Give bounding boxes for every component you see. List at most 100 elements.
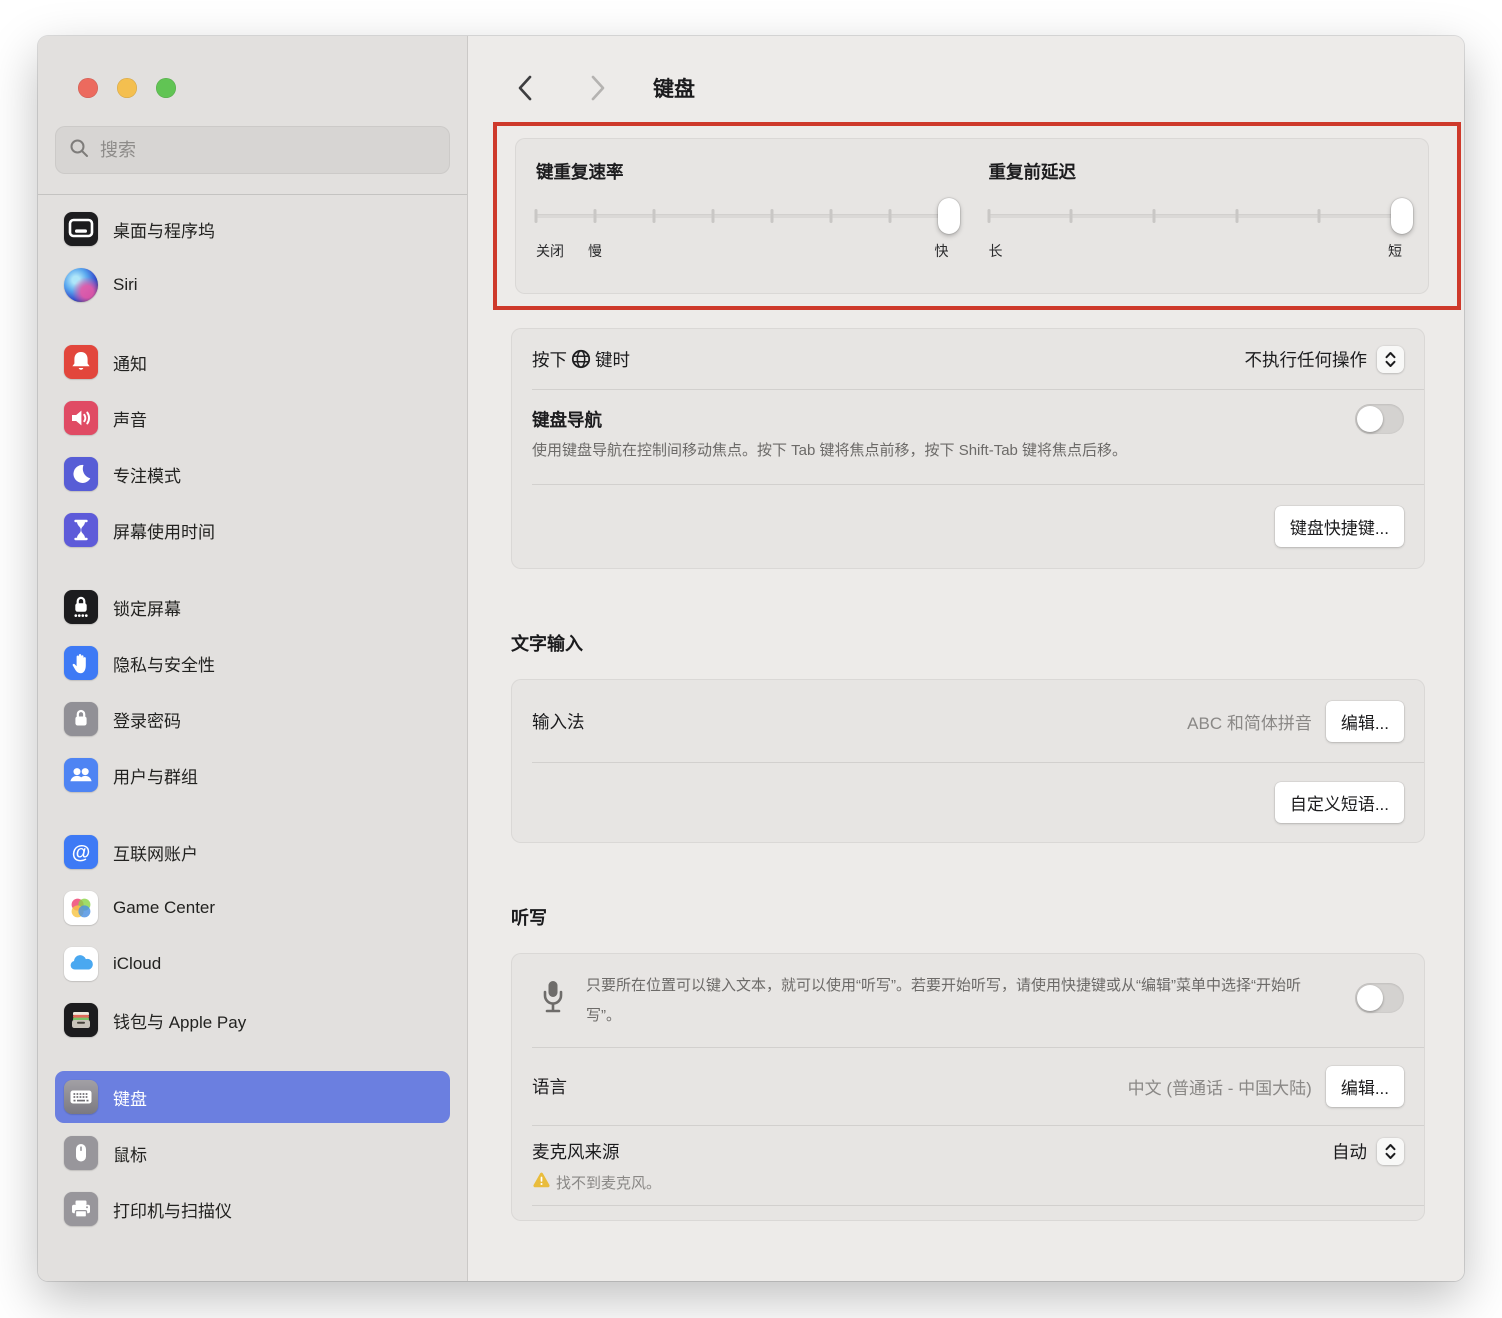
- desktop-dock-icon: [64, 212, 98, 246]
- sidebar-item-desktop-dock[interactable]: 桌面与程序坞: [55, 203, 450, 255]
- slider-tick: [888, 209, 891, 223]
- globe-key-row: 按下 键时 不执行任何操作: [512, 329, 1424, 389]
- sidebar-item-mouse[interactable]: 鼠标: [55, 1127, 450, 1179]
- sidebar-item-label: 键盘: [113, 1085, 147, 1110]
- search-input[interactable]: [98, 139, 437, 162]
- at-icon: @: [64, 835, 98, 869]
- key-repeat-rate-group: 键重复速率 关闭 慢 快: [536, 159, 949, 293]
- sidebar-item-privacy-security[interactable]: 隐私与安全性: [55, 637, 450, 689]
- dictation-toggle[interactable]: [1355, 983, 1404, 1013]
- sidebar-item-label: 鼠标: [113, 1141, 147, 1166]
- moon-icon: [64, 457, 98, 491]
- key-repeat-rate-title: 键重复速率: [536, 159, 949, 184]
- slider-track[interactable]: [989, 214, 1403, 218]
- text-input-section-title: 文字输入: [511, 632, 1461, 656]
- slider-labels: 关闭 慢 快: [536, 241, 949, 261]
- search-field[interactable]: [55, 126, 450, 174]
- sidebar-item-sound[interactable]: 声音: [55, 392, 450, 444]
- sidebar-item-internet-accounts[interactable]: @ 互联网账户: [55, 826, 450, 878]
- password-lock-icon: [64, 702, 98, 736]
- settings-window: 桌面与程序坞 Siri 通知 声音: [38, 36, 1464, 1281]
- chevron-up-down-icon: [1383, 1143, 1398, 1160]
- label-slow: 慢: [588, 241, 602, 261]
- minimize-button[interactable]: [117, 78, 137, 98]
- sidebar-item-label: 隐私与安全性: [113, 651, 215, 676]
- slider-track[interactable]: [536, 214, 949, 218]
- sidebar-item-printers-scanners[interactable]: 打印机与扫描仪: [55, 1183, 450, 1235]
- page-title: 键盘: [653, 73, 695, 103]
- language-label: 语言: [532, 1074, 567, 1099]
- keyboard-navigation-toggle[interactable]: [1355, 404, 1404, 434]
- microphone-source-popup-button[interactable]: [1377, 1138, 1404, 1165]
- svg-text:@: @: [72, 843, 91, 864]
- delay-until-repeat-group: 重复前延迟 长 短: [989, 159, 1403, 293]
- keyboard-shortcuts-button[interactable]: 键盘快捷键...: [1275, 506, 1404, 547]
- globe-key-label-prefix: 按下: [532, 347, 567, 372]
- sidebar-item-label: Game Center: [113, 898, 215, 918]
- microphone-source-value: 自动: [1332, 1139, 1367, 1164]
- label-fast: 快: [935, 241, 949, 261]
- microphone-warning: 找不到麦克风。: [532, 1171, 1404, 1193]
- sidebar-item-siri[interactable]: Siri: [55, 259, 450, 311]
- dictation-row: 只要所在位置可以键入文本，就可以使用“听写”。若要开始听写，请使用快捷键或从“编…: [512, 954, 1424, 1047]
- forward-icon[interactable]: [585, 74, 611, 102]
- slider-thumb[interactable]: [1391, 198, 1413, 234]
- keyboard-navigation-row: 键盘导航 使用键盘导航在控制间移动焦点。按下 Tab 键将焦点前移，按下 Shi…: [512, 390, 1424, 484]
- sidebar-item-login-password[interactable]: 登录密码: [55, 693, 450, 745]
- sidebar-item-focus[interactable]: 专注模式: [55, 448, 450, 500]
- sidebar-item-label: 声音: [113, 406, 147, 431]
- key-repeat-card: 键重复速率 关闭 慢 快: [515, 138, 1429, 294]
- key-repeat-rate-slider[interactable]: [536, 196, 949, 236]
- input-method-label: 输入法: [532, 709, 585, 734]
- sidebar-item-label: 互联网账户: [113, 840, 198, 865]
- zoom-button[interactable]: [156, 78, 176, 98]
- hand-icon: [64, 646, 98, 680]
- sidebar-item-keyboard[interactable]: 键盘: [55, 1071, 450, 1123]
- sidebar-item-label: 用户与群组: [113, 763, 198, 788]
- users-icon: [64, 758, 98, 792]
- slider-tick: [535, 209, 538, 223]
- slider-tick: [770, 209, 773, 223]
- hourglass-icon: [64, 513, 98, 547]
- sidebar-item-lock-screen[interactable]: 锁定屏幕: [55, 581, 450, 633]
- sidebar-item-label: 专注模式: [113, 462, 181, 487]
- sidebar-item-users-groups[interactable]: 用户与群组: [55, 749, 450, 801]
- back-icon[interactable]: [511, 74, 537, 102]
- siri-icon: [64, 268, 98, 302]
- sidebar-item-game-center[interactable]: Game Center: [55, 882, 450, 934]
- sidebar-item-label: Siri: [113, 275, 138, 295]
- globe-key-value: 不执行任何操作: [1245, 347, 1368, 372]
- globe-key-label-suffix: 键时: [595, 347, 630, 372]
- printer-icon: [64, 1192, 98, 1226]
- sidebar-item-icloud[interactable]: iCloud: [55, 938, 450, 990]
- dictation-card: 只要所在位置可以键入文本，就可以使用“听写”。若要开始听写，请使用快捷键或从“编…: [511, 953, 1425, 1221]
- delay-until-repeat-title: 重复前延迟: [989, 159, 1403, 184]
- lock-screen-icon: [64, 590, 98, 624]
- wallet-icon: [64, 1003, 98, 1037]
- label-long: 长: [989, 241, 1003, 261]
- slider-tick: [593, 209, 596, 223]
- keyboard-navigation-label: 键盘导航: [532, 407, 602, 432]
- dictation-description: 只要所在位置可以键入文本，就可以使用“听写”。若要开始听写，请使用快捷键或从“编…: [586, 971, 1326, 1031]
- sidebar-group-3: 锁定屏幕 隐私与安全性 登录密码: [55, 581, 450, 801]
- close-button[interactable]: [78, 78, 98, 98]
- language-edit-button[interactable]: 编辑...: [1326, 1066, 1404, 1107]
- sidebar-item-screen-time[interactable]: 屏幕使用时间: [55, 504, 450, 556]
- delay-until-repeat-slider[interactable]: [989, 196, 1403, 236]
- input-method-edit-button[interactable]: 编辑...: [1326, 701, 1404, 742]
- window-controls: [38, 36, 467, 98]
- sidebar: 桌面与程序坞 Siri 通知 声音: [38, 36, 468, 1281]
- language-value: 中文 (普通话 - 中国大陆): [1128, 1074, 1312, 1099]
- sidebar-item-label: 屏幕使用时间: [113, 518, 215, 543]
- slider-thumb[interactable]: [938, 198, 960, 234]
- globe-icon: [570, 348, 592, 370]
- custom-phrases-button[interactable]: 自定义短语...: [1275, 782, 1404, 823]
- input-method-value: ABC 和简体拼音: [1187, 709, 1312, 734]
- microphone-source-label: 麦克风来源: [532, 1139, 620, 1164]
- sidebar-item-label: 登录密码: [113, 707, 181, 732]
- phrases-row: 自定义短语...: [512, 763, 1424, 842]
- sidebar-item-label: 桌面与程序坞: [113, 217, 215, 242]
- sidebar-item-notifications[interactable]: 通知: [55, 336, 450, 388]
- globe-key-popup-button[interactable]: [1377, 346, 1404, 373]
- sidebar-item-wallet[interactable]: 钱包与 Apple Pay: [55, 994, 450, 1046]
